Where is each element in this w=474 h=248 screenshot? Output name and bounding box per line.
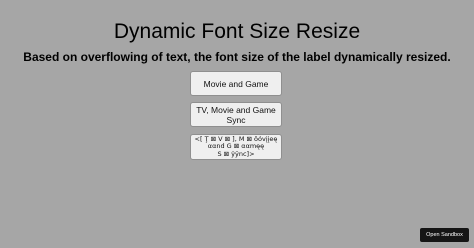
button-label: TV, Movie and Game Sync [196, 104, 276, 125]
tv-movie-and-game-sync-button[interactable]: TV, Movie and Game Sync [190, 102, 282, 127]
page-subtitle: Based on overflowing of text, the font s… [23, 50, 451, 64]
button-label: Movie and Game [203, 78, 269, 89]
movie-and-game-button[interactable]: Movie and Game [190, 71, 282, 96]
pseudo-localized-button[interactable]: <[ Ţ ⊠ V ⊠ ], M ⊠ ôóvįįeę ααnd G ⊠ ααmęę… [190, 134, 282, 160]
open-sandbox-button[interactable]: Open Sandbox [420, 228, 469, 242]
button-label: <[ Ţ ⊠ V ⊠ ], M ⊠ ôóvįįeę ααnd G ⊠ ααmęę… [194, 134, 278, 158]
page-title: Dynamic Font Size Resize [113, 20, 361, 43]
